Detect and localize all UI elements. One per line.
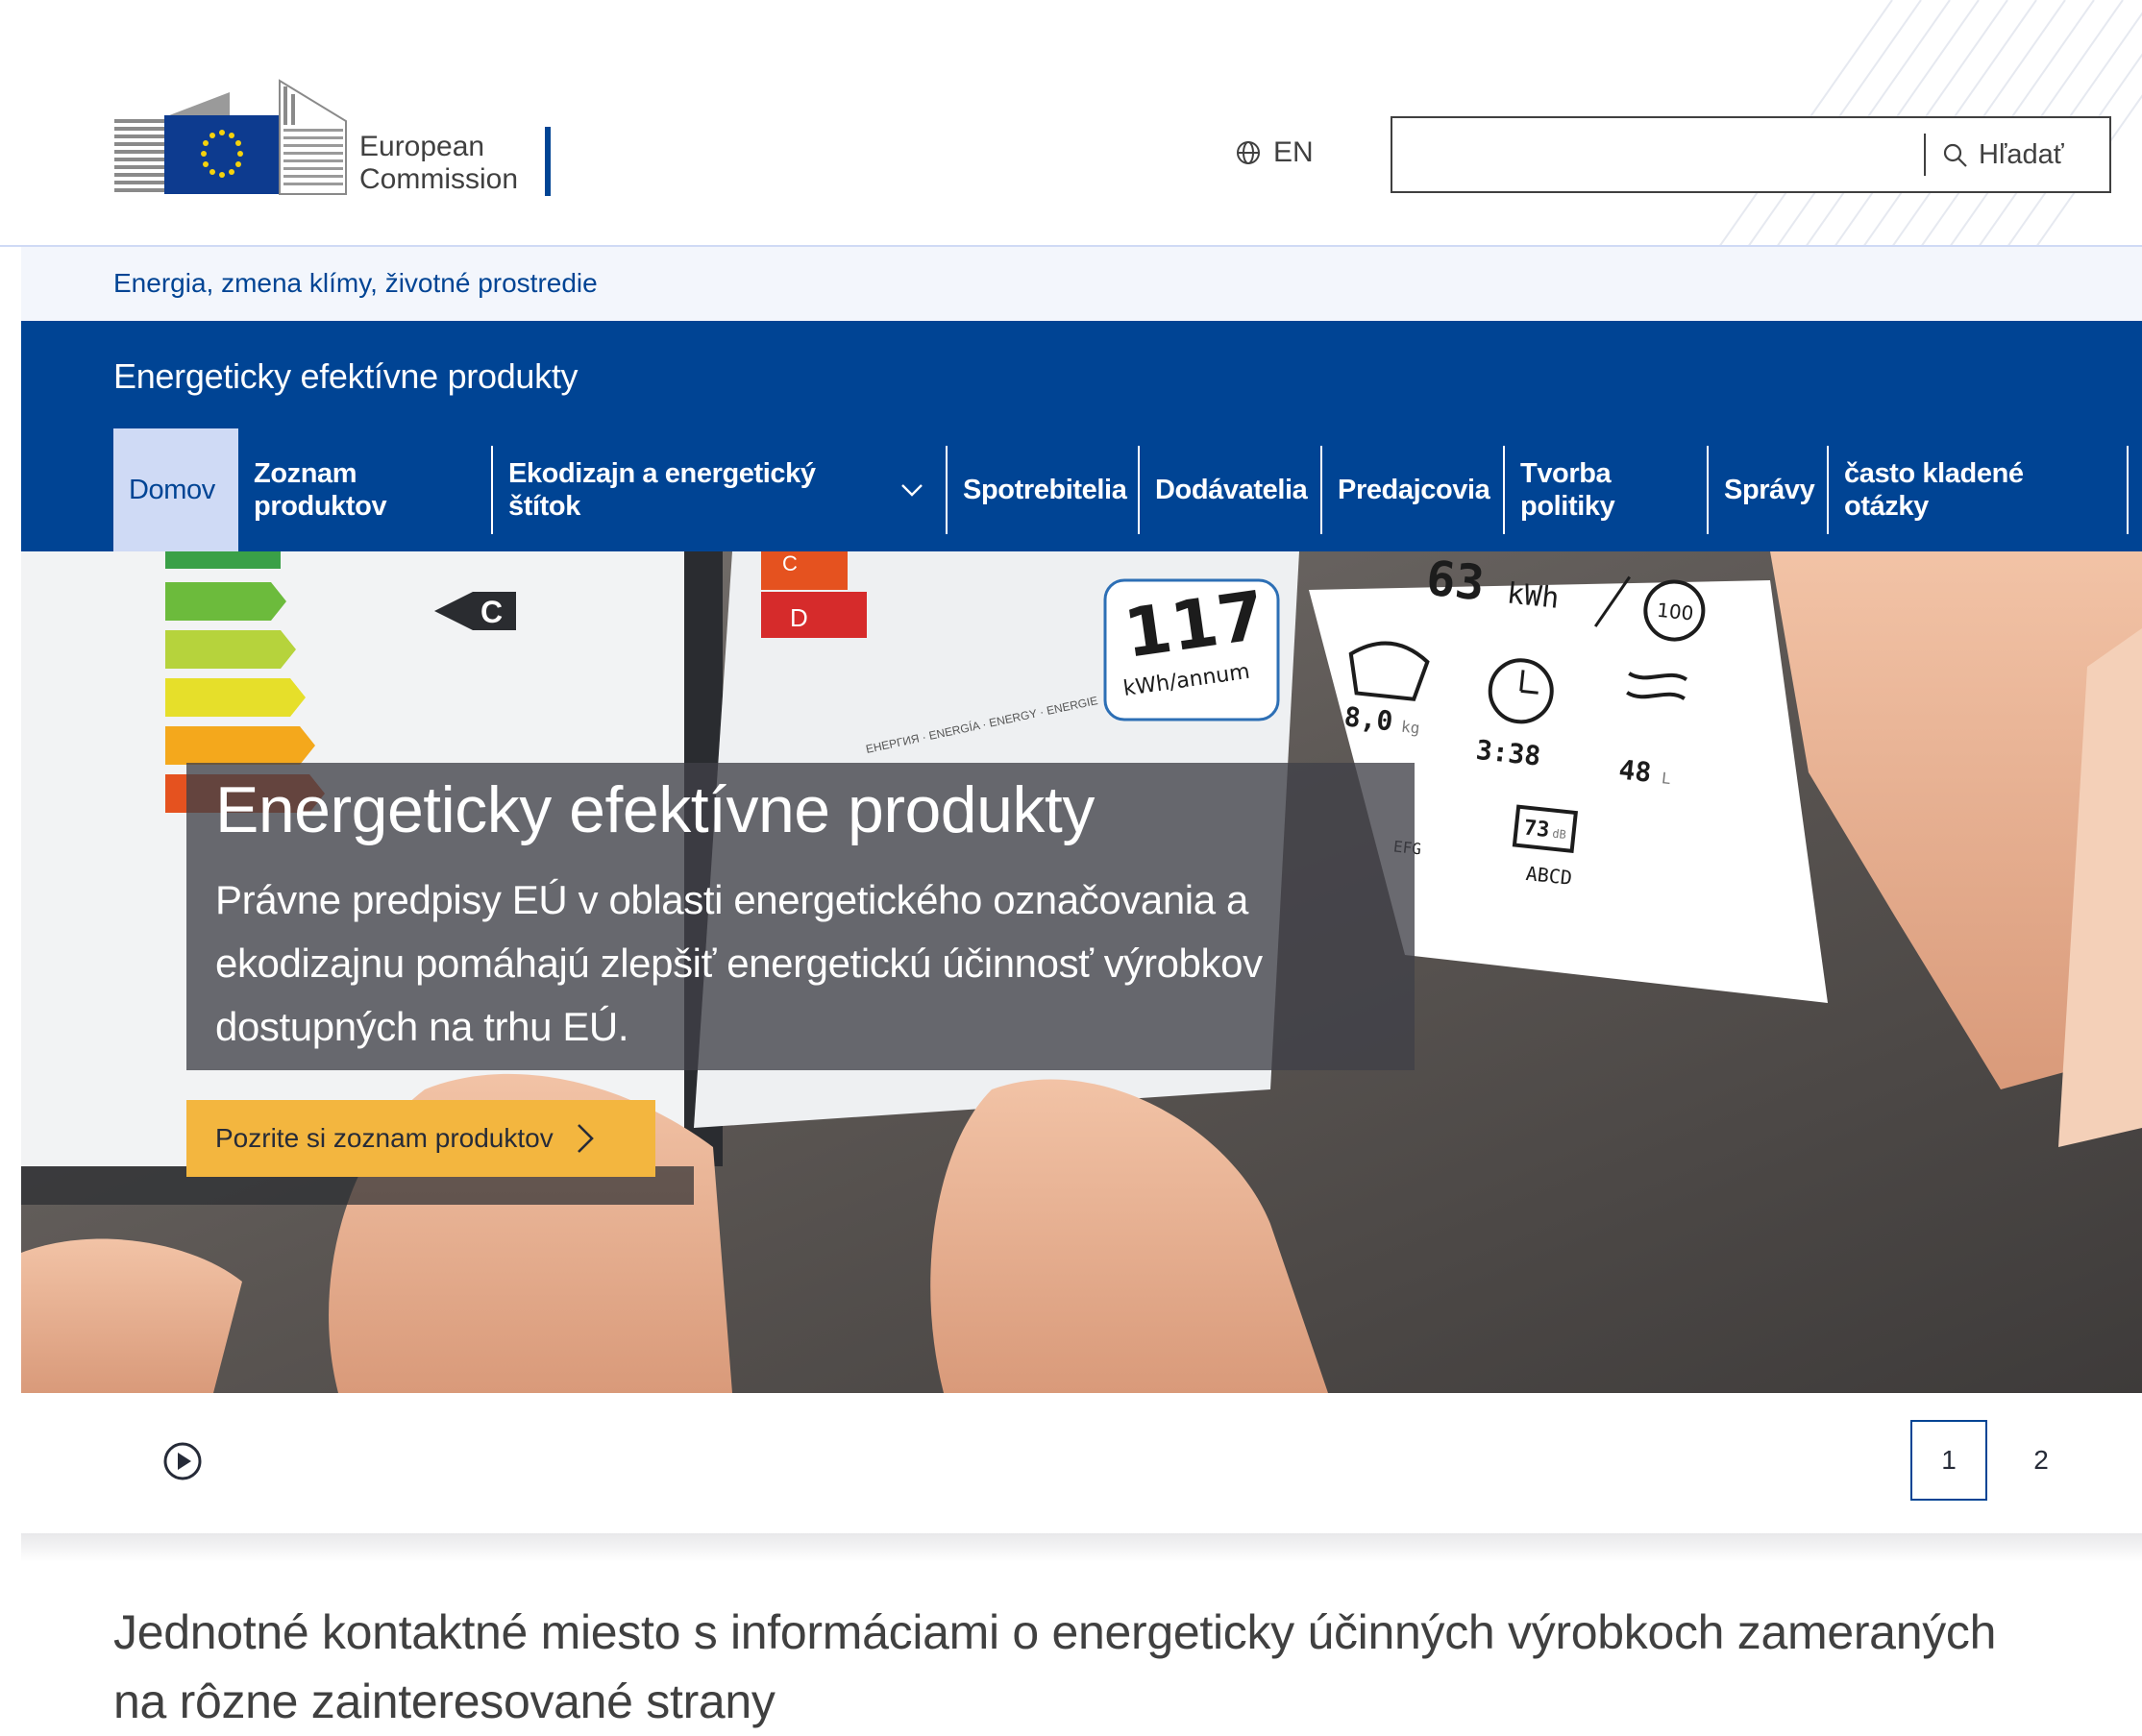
- energy-bar-a: [165, 551, 281, 569]
- view-product-list-button[interactable]: Pozrite si zoznam produktov: [186, 1100, 655, 1177]
- chevron-right-icon: [577, 1124, 594, 1153]
- nav-item-label: Správy: [1724, 475, 1815, 505]
- carousel-page-1[interactable]: 1: [1910, 1420, 1987, 1501]
- hero-description: Právne predpisy EÚ v oblasti energetické…: [215, 877, 1263, 1049]
- label-water: 48: [1617, 754, 1653, 789]
- nav-item-label: Predajcovia: [1338, 475, 1490, 505]
- nav-item-home[interactable]: Domov: [113, 428, 238, 551]
- site-header: European Commission EN Hľadať: [0, 0, 2142, 247]
- nav-item-faq[interactable]: často kladené otázky: [1829, 428, 2129, 551]
- nav-item-consumers[interactable]: Spotrebitelia: [948, 428, 1140, 551]
- class-arrow-letter: C: [480, 595, 503, 629]
- hero-carousel-slide: C C D 117 kWh/annum ЕНЕРГИЯ · ENERGÍA · …: [21, 551, 2142, 1393]
- hero-title: Energeticky efektívne produkty: [215, 773, 1095, 846]
- nav-item-label-line2: otázky: [1844, 491, 1929, 522]
- label-duration: 3:38: [1474, 734, 1542, 772]
- nav-item-label-line2: politiky: [1520, 491, 1615, 522]
- label-noise: 73: [1523, 816, 1551, 843]
- european-commission-logo[interactable]: European Commission: [111, 79, 553, 204]
- nav-item-label-line2: produktov: [254, 491, 387, 522]
- label-cycles: 100: [1656, 599, 1694, 625]
- label-kwh: 63: [1423, 551, 1487, 612]
- nav-item-label: Domov: [129, 475, 215, 505]
- chevron-down-icon[interactable]: [898, 475, 926, 503]
- search-divider: [1924, 134, 1926, 176]
- label-weight: 8,0: [1342, 700, 1394, 737]
- logo-divider: [545, 127, 551, 196]
- label-noise-class: ABCD: [1525, 862, 1573, 890]
- label-kwh-unit: kWh: [1505, 576, 1561, 615]
- nav-item-label: Spotrebitelia: [963, 475, 1127, 505]
- ec-building-icon: [114, 79, 347, 195]
- logo-line-1: European: [359, 131, 485, 162]
- site-name[interactable]: Energeticky efektívne produkty: [113, 356, 579, 397]
- main-navigation: Domov Zoznam produktov Ekodizajn a energe…: [113, 428, 2129, 551]
- nav-item-label-line2: štítok: [508, 491, 580, 522]
- site-banner: Energeticky efektívne produkty Domov Zoz…: [21, 321, 2142, 551]
- nav-item-product-list[interactable]: Zoznam produktov: [238, 428, 493, 551]
- energy-bar-e: [165, 726, 315, 765]
- parent-site-link[interactable]: Energia, zmena klímy, životné prostredie: [113, 268, 598, 299]
- language-selector[interactable]: EN: [1235, 136, 1314, 169]
- page-number: 1: [1941, 1445, 1957, 1475]
- carousel-page-2[interactable]: 2: [2003, 1420, 2080, 1501]
- nav-item-label: Tvorba: [1520, 458, 1612, 489]
- logo-text: European Commission: [359, 131, 518, 196]
- search-icon: [1943, 143, 1967, 167]
- label-weight-unit: kg: [1400, 718, 1420, 738]
- nav-item-label: Dodávatelia: [1155, 475, 1308, 505]
- label-class-d: D: [790, 603, 808, 632]
- play-icon[interactable]: [161, 1440, 204, 1482]
- globe-icon: [1237, 141, 1260, 164]
- carousel-pagination: 1 2: [1910, 1420, 2080, 1501]
- breadcrumb-strip: Energia, zmena klímy, životné prostredie: [21, 247, 2142, 321]
- label-noise-unit: dB: [1552, 827, 1567, 842]
- search-button-label: Hľadať: [1979, 138, 2064, 170]
- nav-item-label: Zoznam: [254, 458, 357, 489]
- search-input[interactable]: [1392, 118, 1916, 191]
- page-number: 2: [2033, 1445, 2049, 1475]
- nav-item-policy-making[interactable]: Tvorba politiky: [1505, 428, 1709, 551]
- energy-bar-b: [165, 582, 286, 621]
- intro-text: Jednotné kontaktné miesto s informáciami…: [113, 1605, 1997, 1728]
- section-shadow: [21, 1533, 2142, 1562]
- logo-line-2: Commission: [359, 163, 519, 195]
- nav-item-label: Ekodizajn a energetický: [508, 458, 816, 489]
- nav-item-retailers[interactable]: Predajcovia: [1322, 428, 1505, 551]
- language-code: EN: [1273, 136, 1314, 168]
- nav-item-suppliers[interactable]: Dodávatelia: [1140, 428, 1322, 551]
- energy-bar-c: [165, 630, 296, 669]
- hero-caption: Energeticky efektívne produkty Právne pr…: [186, 763, 1415, 1070]
- cta-label: Pozrite si zoznam produktov: [215, 1123, 554, 1153]
- search-form: Hľadať: [1391, 116, 2111, 193]
- nav-item-ecodesign[interactable]: Ekodizajn a energetický štítok: [493, 428, 948, 551]
- hand-bottom-left: [21, 1238, 242, 1393]
- energy-bar-d: [165, 678, 306, 717]
- nav-item-news[interactable]: Správy: [1709, 428, 1829, 551]
- search-button[interactable]: Hľadať: [1942, 118, 2064, 191]
- nav-item-label: často kladené: [1844, 458, 2024, 489]
- label-water-unit: L: [1661, 769, 1672, 788]
- carousel-controls: 1 2: [21, 1393, 2142, 1535]
- label-class-c: C: [782, 551, 798, 575]
